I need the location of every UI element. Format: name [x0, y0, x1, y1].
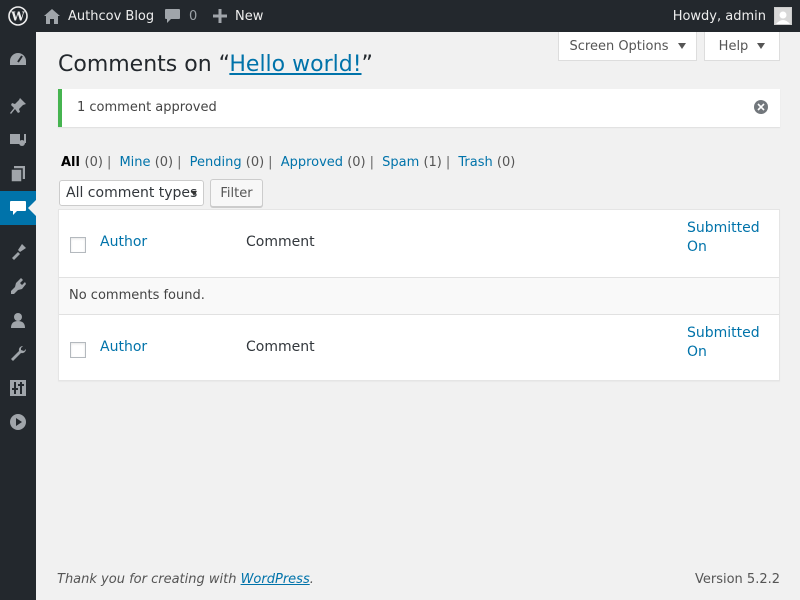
comment-bubble-icon: [164, 8, 181, 24]
table-header: Author Comment Submitted On: [59, 210, 779, 278]
svg-text:W: W: [10, 10, 25, 24]
admin-bar: W Authcov Blog 0 New Howdy, admin: [0, 0, 800, 32]
comments-icon[interactable]: [0, 191, 36, 225]
comment-column-footer: Comment: [246, 339, 315, 355]
comments-table: Author Comment Submitted On No comments f…: [58, 209, 780, 381]
site-name: Authcov Blog: [68, 8, 155, 24]
my-account-link[interactable]: Howdy, admin: [673, 0, 792, 32]
avatar: [774, 7, 792, 25]
filter-spam[interactable]: Spam (1): [382, 155, 442, 170]
screen-options-button[interactable]: Screen Options: [558, 32, 697, 61]
notice-message: 1 comment approved: [77, 100, 217, 115]
dashboard-icon[interactable]: [0, 43, 36, 77]
filter-pending[interactable]: Pending (0): [190, 155, 265, 170]
footer-thanks: Thank you for creating with WordPress.: [57, 572, 314, 587]
site-name-link[interactable]: Authcov Blog: [44, 0, 154, 32]
title-prefix: Comments on “: [58, 52, 230, 77]
appearance-icon[interactable]: [0, 235, 36, 269]
screen-options-label: Screen Options: [569, 38, 669, 54]
select-all-checkbox-footer[interactable]: [70, 342, 86, 358]
posts-icon[interactable]: [0, 89, 36, 123]
no-items-message: No comments found.: [69, 288, 205, 303]
comment-type-selected: All comment types: [66, 185, 198, 201]
settings-icon[interactable]: [0, 371, 36, 405]
new-label: New: [235, 8, 264, 24]
pages-icon[interactable]: [0, 157, 36, 191]
chevron-down-icon: [677, 43, 686, 49]
no-items-row: No comments found.: [59, 278, 779, 314]
footer-version: Version 5.2.2: [694, 572, 780, 587]
help-button[interactable]: Help: [704, 32, 780, 61]
submitted-on-column-footer[interactable]: Submitted On: [687, 324, 767, 362]
collapse-icon[interactable]: [0, 405, 36, 439]
comment-type-select[interactable]: All comment types: [59, 180, 204, 206]
howdy-text: Howdy, admin: [672, 8, 766, 24]
post-title-link[interactable]: Hello world!: [229, 52, 361, 77]
plus-icon: [213, 9, 227, 23]
filter-trash[interactable]: Trash (0): [458, 155, 515, 170]
success-notice: 1 comment approved: [58, 89, 780, 127]
select-all-checkbox[interactable]: [70, 237, 86, 253]
author-column-footer[interactable]: Author: [100, 339, 147, 355]
help-label: Help: [718, 38, 749, 54]
users-icon[interactable]: [0, 303, 36, 337]
select-caret-icon: [191, 191, 197, 196]
status-filter-links: All (0) | Mine (0) | Pending (0) | Approved…: [61, 155, 516, 170]
filter-button[interactable]: Filter: [210, 179, 263, 207]
chevron-down-icon: [757, 43, 766, 49]
media-icon[interactable]: [0, 123, 36, 157]
table-footer: Author Comment Submitted On: [59, 314, 779, 382]
comment-count: 0: [189, 8, 198, 24]
filter-mine[interactable]: Mine (0): [119, 155, 173, 170]
new-content-link[interactable]: New: [213, 0, 263, 32]
filter-all[interactable]: All (0): [61, 155, 103, 170]
comments-link[interactable]: 0: [164, 0, 197, 32]
admin-menu: [0, 32, 36, 600]
dismiss-icon[interactable]: [754, 100, 768, 114]
wordpress-link[interactable]: WordPress: [241, 572, 310, 587]
page-title: Comments on “Hello world!”: [58, 52, 373, 77]
plugins-icon[interactable]: [0, 269, 36, 303]
comment-column-header: Comment: [246, 234, 315, 250]
author-column-header[interactable]: Author: [100, 234, 147, 250]
tools-icon[interactable]: [0, 337, 36, 371]
wordpress-logo-icon[interactable]: W: [6, 0, 30, 32]
filter-approved[interactable]: Approved (0): [281, 155, 366, 170]
title-suffix: ”: [361, 52, 373, 77]
home-icon: [44, 8, 60, 24]
submitted-on-column-header[interactable]: Submitted On: [687, 219, 767, 257]
